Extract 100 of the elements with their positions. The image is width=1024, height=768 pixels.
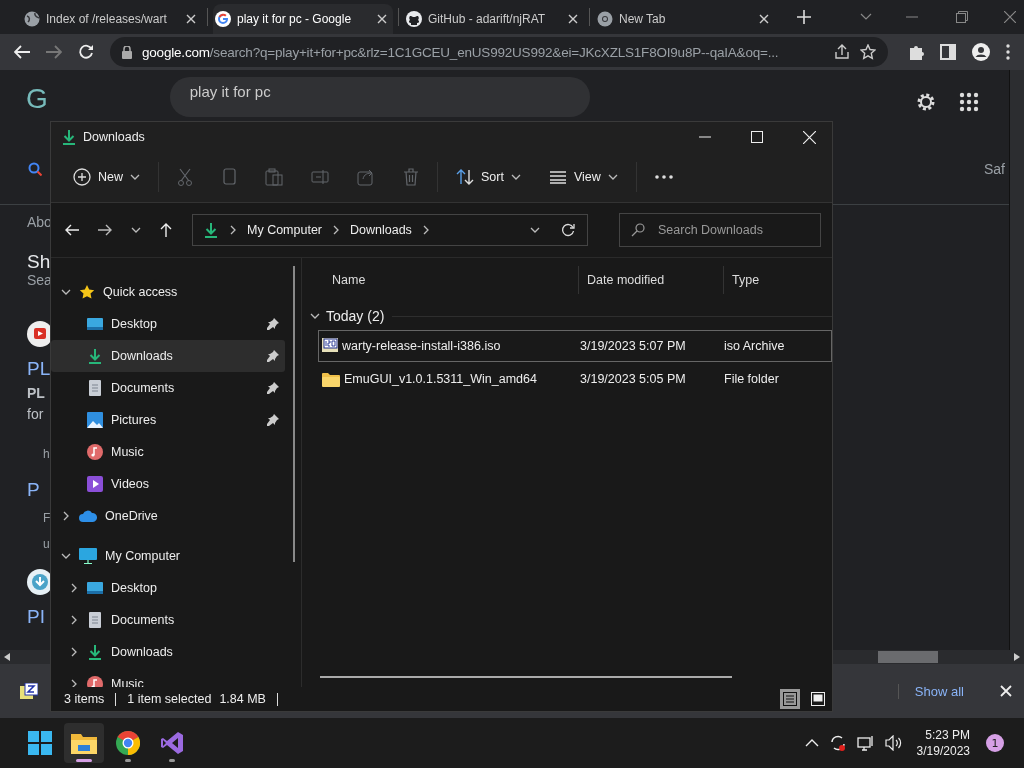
apps-icon[interactable] [959,92,979,112]
large-icons-view-icon[interactable] [811,692,825,706]
scrollbar[interactable] [1009,70,1024,650]
nav-item[interactable]: OneDrive [51,500,293,532]
sort-button[interactable]: Sort [446,162,531,192]
new-button[interactable]: New [63,162,150,192]
file-name: EmuGUI_v1.0.1.5311_Win_amd64 [344,372,537,386]
recent-icon[interactable] [131,225,141,235]
share-icon[interactable] [834,44,850,60]
expand-icon[interactable] [69,647,79,657]
details-view-icon[interactable] [783,692,797,706]
nav-item[interactable]: Downloads [51,636,285,668]
view-button[interactable]: View [538,164,628,190]
column-header[interactable]: Date modified [579,266,724,294]
settings-icon[interactable] [915,91,937,113]
maximize-icon[interactable] [751,131,763,143]
chevron-up-icon[interactable] [804,739,819,747]
browser-tab[interactable]: New Tab [595,4,775,34]
nav-item[interactable]: Documents [51,604,285,636]
close-icon[interactable] [377,14,387,24]
address-bar[interactable]: google.com/search?q=play+it+for+pc&rlz=1C1GCEU_enUS992US992&ei=JKcXZLS1F8OI9u8P--qaIA&oq=... [110,37,888,67]
start-icon[interactable] [28,731,52,755]
result-link[interactable]: P [27,479,40,501]
expand-icon[interactable] [61,511,71,521]
nav-item[interactable]: Pictures [51,404,285,436]
file-size: 1.84 MB [219,692,266,706]
speaker-icon[interactable] [884,735,903,751]
forward-icon[interactable] [98,224,112,236]
expand-icon[interactable] [69,615,79,625]
sync-icon[interactable] [828,734,847,752]
column-header[interactable]: Name [308,266,579,294]
puzzle-icon[interactable] [908,44,924,60]
side-panel-icon[interactable] [940,44,956,60]
profile-icon[interactable] [972,43,990,61]
expand-icon[interactable] [69,583,79,593]
browser-tab[interactable]: GitHub - adarift/njRAT [404,4,584,34]
file-row[interactable]: EmuGUI_v1.0.1.5311_Win_amd64 3/19/2023 5:05 PM File folder [318,363,832,395]
refresh-icon[interactable] [561,223,575,237]
item-count: 3 items [64,692,105,706]
new-tab-icon[interactable] [797,10,811,24]
file-type: File folder [724,372,779,386]
dropdown-icon[interactable] [530,225,540,235]
dropdown-icon [607,172,618,182]
nav-item[interactable]: Downloads [51,340,285,372]
close-icon[interactable] [759,14,769,24]
nav-item[interactable]: My Computer [51,540,293,572]
browser-tab[interactable]: Index of /releases/wart [22,4,202,34]
tab-search-icon[interactable] [860,13,872,21]
nav-item[interactable]: Music [51,436,285,468]
network-icon[interactable] [856,735,875,751]
bookmark-star-icon[interactable] [860,44,876,60]
nav-item[interactable]: Desktop [51,308,285,340]
address-field[interactable]: My Computer Downloads [192,214,588,246]
browser-tab[interactable]: play it for pc - Google [213,4,393,34]
infinity-icon[interactable] [160,731,184,755]
collapse-icon[interactable] [61,551,71,561]
reload-icon[interactable] [78,44,94,60]
close-icon[interactable] [568,14,578,24]
show-all-link[interactable]: Show all [897,683,980,699]
scroll-left-icon[interactable] [4,653,10,661]
back-icon[interactable] [65,224,79,236]
folder-icon[interactable] [71,732,97,754]
group-header[interactable]: Today (2) [310,308,385,324]
folder-icon [322,371,340,387]
scrollbar[interactable] [320,676,732,678]
result-text: Sh [27,252,51,274]
scrollbar[interactable] [293,266,295,562]
selection-info: 1 item selected [127,692,212,706]
nav-item[interactable]: Quick access [51,276,293,308]
up-icon[interactable] [160,223,172,237]
restore-icon[interactable] [956,11,968,23]
chevron-icon [228,225,238,235]
menu-icon[interactable] [1006,44,1010,60]
music-icon [87,444,103,460]
google-icon [215,11,231,27]
file-row[interactable]: warty-release-install-i386.iso 3/19/2023 5:07 PM iso Archive [318,330,832,362]
close-icon[interactable] [186,14,196,24]
clipboard-icon [265,168,283,186]
search-field[interactable]: Search Downloads [619,213,821,247]
clock[interactable]: 5:23 PM 3/19/2023 [916,727,970,759]
scroll-right-icon[interactable] [1014,653,1020,661]
file-date: 3/19/2023 5:07 PM [580,339,686,353]
nav-item[interactable]: Desktop [51,572,285,604]
nav-item[interactable]: Videos [51,468,285,500]
notification-badge[interactable]: 1 [986,734,1004,752]
nav-item[interactable]: Documents [51,372,285,404]
window-title: Downloads [83,130,145,144]
chrome-icon[interactable] [116,731,140,755]
copy-icon [221,168,237,186]
download-icon [87,348,103,364]
result-link[interactable]: PL [27,358,51,380]
monitor-icon [79,548,97,564]
more-icon[interactable] [654,175,673,179]
back-icon[interactable] [14,45,30,59]
column-header[interactable]: Type [724,266,832,294]
search-field[interactable]: play it for pc [169,77,590,117]
filter-tab[interactable]: Saf [984,161,1005,177]
search-icon[interactable] [28,162,42,176]
result-link[interactable]: PI [27,606,45,628]
collapse-icon[interactable] [61,287,71,297]
